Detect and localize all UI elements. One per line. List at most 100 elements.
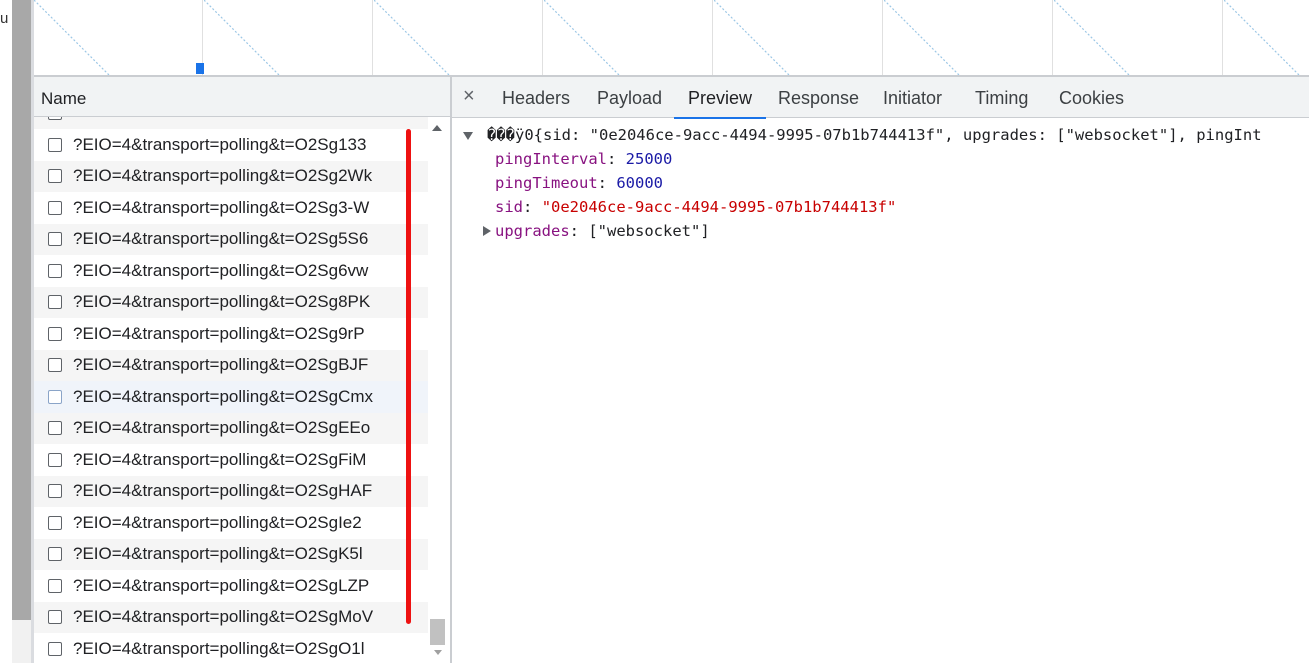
left-scrollbar-thumb[interactable] [12,0,31,620]
request-name: ?EIO=4&transport=polling&t=O2SgLZP [73,575,370,595]
request-row[interactable]: ?EIO=4&transport=polling&t=O2Sg8PK [34,286,428,318]
tab-payload[interactable]: Payload [597,77,662,118]
row-checkbox[interactable] [48,578,62,593]
request-list: ?EIO=4&transport=polling&t=O2Sg133 ?EIO=4… [34,117,430,663]
preview-prop-pingtimeout: pingTimeout: 60000 [495,171,663,195]
network-overview[interactable] [34,0,1309,77]
row-checkbox[interactable] [48,610,62,625]
row-checkbox[interactable] [48,421,62,436]
request-row[interactable]: ?EIO=4&transport=polling&t=O2SgHAF [34,475,428,507]
request-list-scrollbar-thumb[interactable] [430,619,445,645]
details-panel: × Headers Payload Preview Response Initi… [452,77,1309,663]
request-row[interactable]: ?EIO=4&transport=polling&t=O2Sg9rP [34,318,428,350]
row-checkbox[interactable] [48,389,62,404]
row-checkbox[interactable] [48,515,62,530]
prop-value: 25000 [625,150,673,168]
row-checkbox[interactable] [48,358,62,373]
preview-prop-pinginterval: pingInterval: 25000 [495,147,672,171]
request-row[interactable]: ?EIO=4&transport=polling&t=O2SgIe2 [34,507,428,539]
request-name: ?EIO=4&transport=polling&t=O2Sg9rP [73,323,365,343]
request-list-scrollbar[interactable] [428,117,448,663]
request-name: ?EIO=4&transport=polling&t=O2SgBJF [73,355,369,375]
request-row[interactable]: ?EIO=4&transport=polling&t=O2Sg5S6 [34,223,428,255]
scroll-down-arrow-icon[interactable] [434,650,442,655]
row-checkbox[interactable] [48,547,62,562]
request-name: ?EIO=4&transport=polling&t=O2Sg5S6 [73,229,369,249]
tab-cookies[interactable]: Cookies [1059,77,1124,118]
request-name: ?EIO=4&transport=polling&t=O2SgEEo [73,418,371,438]
overview-gridline [372,0,373,75]
row-checkbox[interactable] [48,263,62,278]
name-column-header[interactable]: Name [34,77,450,117]
request-name: ?EIO=4&transport=polling&t=O2Sg8PK [73,292,371,312]
row-checkbox[interactable] [48,452,62,467]
request-row[interactable]: ?EIO=4&transport=polling&t=O2SgMoV [34,601,428,633]
partial-row[interactable] [34,117,428,129]
row-checkbox[interactable] [48,117,62,120]
row-checkbox[interactable] [48,200,62,215]
row-checkbox[interactable] [48,137,62,152]
left-scrollbar[interactable] [12,0,31,663]
request-row[interactable]: ?EIO=4&transport=polling&t=O2SgBJF [34,349,428,381]
active-tab-indicator [674,117,767,119]
expand-arrow-right-icon[interactable] [483,226,491,236]
tab-initiator[interactable]: Initiator [883,77,942,118]
details-tab-bar: × Headers Payload Preview Response Initi… [452,77,1309,119]
red-annotation-line [406,129,411,624]
row-checkbox[interactable] [48,169,62,184]
prop-key: pingInterval [495,150,607,168]
prop-value: ["websocket"] [588,222,710,240]
left-edge-strip: u [0,0,12,663]
prop-colon: : [606,150,617,168]
prop-key: upgrades [495,222,570,240]
request-row[interactable]: ?EIO=4&transport=polling&t=O2Sg133 [34,129,428,161]
request-row[interactable]: ?EIO=4&transport=polling&t=O2SgCmx [34,381,428,413]
overview-waterfall-hatch [34,0,1309,75]
prop-colon: : [523,198,533,216]
request-row[interactable]: ?EIO=4&transport=polling&t=O2SgK5l [34,538,428,570]
row-checkbox[interactable] [48,232,62,247]
tab-headers[interactable]: Headers [502,77,570,118]
request-row[interactable]: ?EIO=4&transport=polling&t=O2Sg6vw [34,255,428,287]
name-column-label: Name [41,89,87,108]
request-name: ?EIO=4&transport=polling&t=O2Sg2Wk [73,166,373,186]
request-name: ?EIO=4&transport=polling&t=O2SgFiM [73,449,367,469]
request-name: ?EIO=4&transport=polling&t=O2SgCmx [73,386,374,406]
row-checkbox[interactable] [48,484,62,499]
request-row[interactable]: ?EIO=4&transport=polling&t=O2Sg2Wk [34,160,428,192]
prop-colon: : [569,222,579,240]
request-name: ?EIO=4&transport=polling&t=O2SgK5l [73,544,363,564]
close-icon[interactable]: × [463,85,475,108]
preview-prop-sid: sid: "0e2046ce-9acc-4494-9995-07b1b74441… [495,195,896,219]
request-name: ?EIO=4&transport=polling&t=O2SgMoV [73,607,374,627]
request-name: ?EIO=4&transport=polling&t=O2SgO1l [73,638,365,658]
request-row[interactable]: ?EIO=4&transport=polling&t=O2SgLZP [34,570,428,602]
preview-root-row[interactable]: ���ÿ0{sid: "0e2046ce-9acc-4494-9995-07b1… [452,123,1309,147]
request-row[interactable]: ?EIO=4&transport=polling&t=O2SgO1l [34,633,428,663]
left-edge-text: u [0,10,9,27]
prop-colon: : [597,174,607,192]
request-row[interactable]: ?EIO=4&transport=polling&t=O2SgEEo [34,412,428,444]
overview-gridline [542,0,543,75]
request-name: ?EIO=4&transport=polling&t=O2SgIe2 [73,512,362,532]
row-checkbox[interactable] [48,295,62,310]
row-checkbox[interactable] [48,326,62,341]
request-name: ?EIO=4&transport=polling&t=O2Sg6vw [73,260,369,280]
prop-key: sid [495,198,523,216]
request-row[interactable]: ?EIO=4&transport=polling&t=O2SgFiM [34,444,428,476]
prop-value: "0e2046ce-9acc-4494-9995-07b1b744413f" [541,198,897,216]
overview-gridline [1222,0,1223,75]
overview-gridline [882,0,883,75]
overview-gridline [1052,0,1053,75]
tab-timing[interactable]: Timing [975,77,1028,118]
expand-arrow-down-icon[interactable] [463,132,473,140]
preview-summary: ���ÿ0{sid: "0e2046ce-9acc-4494-9995-07b1… [487,126,1262,144]
request-row[interactable]: ?EIO=4&transport=polling&t=O2Sg3-W [34,192,428,224]
overview-gridline [712,0,713,75]
request-list-panel: Name ?EIO=4&transport=polling&t=O2Sg133?… [34,77,450,663]
tab-response[interactable]: Response [778,77,859,118]
scroll-up-arrow-icon[interactable] [432,125,442,131]
tab-preview-label: Preview [688,88,753,108]
row-checkbox[interactable] [48,641,62,656]
tab-preview[interactable]: Preview [674,77,767,119]
